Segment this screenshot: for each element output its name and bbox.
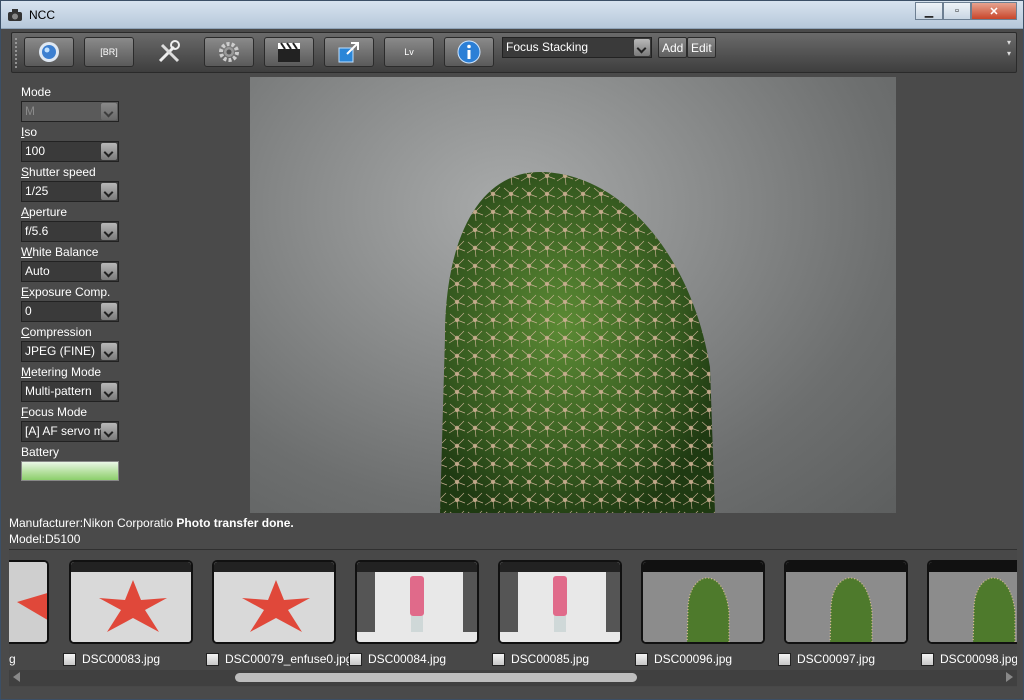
scrollbar-thumb[interactable] [235, 673, 637, 682]
capture-button[interactable] [24, 37, 74, 67]
toolbar-grip[interactable] [14, 37, 18, 70]
fullscreen-button[interactable] [324, 37, 374, 67]
scroll-left-icon[interactable] [13, 672, 20, 682]
thumbnail-starfish[interactable] [212, 560, 336, 644]
thumbnail-caption: DSC00084.jpg [349, 652, 446, 666]
mode-select: M [21, 101, 119, 122]
cactus-preview-image [440, 172, 715, 513]
minimize-button[interactable]: ▁ [915, 2, 943, 20]
thumbnail-filename: DSC00084.jpg [368, 652, 447, 666]
chevron-down-icon [101, 383, 117, 400]
aperture-label: Aperture [21, 205, 68, 219]
thumbnail-filename: DSC00085.jpg [511, 652, 590, 666]
thumbnail-starfish[interactable] [69, 560, 193, 644]
thumbnail-filename: DSC00097.jpg [797, 652, 876, 666]
thumbnail-filename: DSC00083.jpg [82, 652, 161, 666]
thumbnail-caption: DSC00085.jpg [492, 652, 589, 666]
toolbar-overflow-icon[interactable]: ▾ ▾ [1004, 37, 1014, 70]
focus-select[interactable]: [A] AF servo m [21, 421, 119, 442]
thumbnail-filename: DSC00098.jpg [940, 652, 1017, 666]
thumbnail-caption: DSC00083.jpg [63, 652, 160, 666]
tools-button[interactable] [144, 37, 194, 67]
workflow-select[interactable]: Focus Stacking [502, 37, 652, 58]
select-checkbox[interactable] [635, 652, 648, 666]
thumbnail-caption: DSC00079_enfuse0.jpg [206, 652, 352, 666]
compression-label: Compression [21, 325, 92, 339]
bracketing-button[interactable]: [BR] [84, 37, 134, 67]
select-checkbox[interactable] [206, 652, 219, 666]
toolbar: [BR] Lv Focus Stacking Add Edit ▾ ▾ [11, 32, 1017, 73]
aperture-select[interactable]: f/5.6 [21, 221, 119, 242]
settings-button[interactable] [204, 37, 254, 67]
chevron-down-icon [101, 143, 117, 160]
thumbnail-caption: DSC00098.jpg [921, 652, 1017, 666]
thumbnail-caption-partial: g [9, 652, 16, 666]
select-checkbox[interactable] [778, 652, 791, 666]
metering-select[interactable]: Multi-pattern [21, 381, 119, 402]
liveview-button[interactable]: Lv [384, 37, 434, 67]
battery-label: Battery [21, 445, 60, 459]
chevron-down-icon [101, 223, 117, 240]
title-bar[interactable]: NCC ▁ ▫ ✕ [1, 1, 1023, 29]
battery-bar [21, 461, 119, 481]
select-checkbox[interactable] [63, 652, 76, 666]
chevron-down-icon [101, 343, 117, 360]
tools-icon [158, 40, 180, 63]
thumbnail-bottle[interactable] [498, 560, 622, 644]
chevron-down-icon [101, 263, 117, 280]
shutter-select[interactable]: 1/25 [21, 181, 119, 202]
thumbnail-strip[interactable]: g DSC00083.jpg DSC00079_enfuse0.jpg DSC000… [9, 549, 1017, 687]
info-icon [457, 40, 481, 64]
shutter-label: Shutter speed [21, 165, 96, 179]
maximize-button[interactable]: ▫ [943, 2, 971, 20]
compression-select[interactable]: JPEG (FINE) [21, 341, 119, 362]
exposure-select[interactable]: 0 [21, 301, 119, 322]
focus-label: Focus Mode [21, 405, 88, 419]
thumbnail-bottle[interactable] [355, 560, 479, 644]
thumbnail-cactus[interactable] [641, 560, 765, 644]
expand-icon [338, 42, 359, 63]
camera-settings-panel: Mode M Iso 100 Shutter speed 1/25 Aperture f/5.… [21, 83, 121, 481]
thumbnail-caption: DSC00097.jpg [778, 652, 875, 666]
wb-label: White Balance [21, 245, 99, 259]
horizontal-scrollbar[interactable] [9, 670, 1017, 686]
scroll-right-icon[interactable] [1006, 672, 1013, 682]
chevron-down-icon [634, 39, 650, 56]
movie-button[interactable] [264, 37, 314, 67]
info-button[interactable] [444, 37, 494, 67]
chevron-down-icon [101, 303, 117, 320]
gear-icon [219, 42, 239, 62]
lens-icon [39, 42, 59, 62]
iso-label: Iso [21, 125, 38, 139]
thumbnail-caption: DSC00096.jpg [635, 652, 732, 666]
thumbnail-filename: DSC00079_enfuse0.jpg [225, 652, 353, 666]
thumbnail-partial[interactable] [9, 560, 49, 644]
thumbnail-filename: DSC00096.jpg [654, 652, 733, 666]
model-text: Model:D5100 [9, 532, 81, 546]
thumbnail-cactus[interactable] [784, 560, 908, 644]
manufacturer-text: Manufacturer:Nikon Corporatio [9, 516, 174, 530]
edit-button[interactable]: Edit [687, 37, 716, 58]
status-area: Manufacturer:Nikon Corporatio Photo tran… [9, 515, 294, 547]
window-title: NCC [29, 8, 55, 22]
chevron-down-icon [101, 423, 117, 440]
select-checkbox[interactable] [492, 652, 505, 666]
thumbnail-cactus[interactable] [927, 560, 1017, 644]
exposure-label: Exposure Comp. [21, 285, 111, 299]
metering-label: Metering Mode [21, 365, 102, 379]
status-message: Photo transfer done. [176, 516, 294, 530]
iso-select[interactable]: 100 [21, 141, 119, 162]
select-checkbox[interactable] [349, 652, 362, 666]
wb-select[interactable]: Auto [21, 261, 119, 282]
clapperboard-icon [278, 42, 300, 62]
close-button[interactable]: ✕ [971, 2, 1017, 20]
app-window: NCC ▁ ▫ ✕ [BR] Lv Focus Stacking Add Edi… [0, 0, 1024, 700]
chevron-down-icon [101, 183, 117, 200]
select-checkbox[interactable] [921, 652, 934, 666]
live-preview [250, 77, 896, 513]
mode-label: Mode [21, 85, 52, 99]
add-button[interactable]: Add [658, 37, 688, 58]
app-icon [8, 9, 22, 21]
chevron-down-icon [101, 103, 117, 120]
